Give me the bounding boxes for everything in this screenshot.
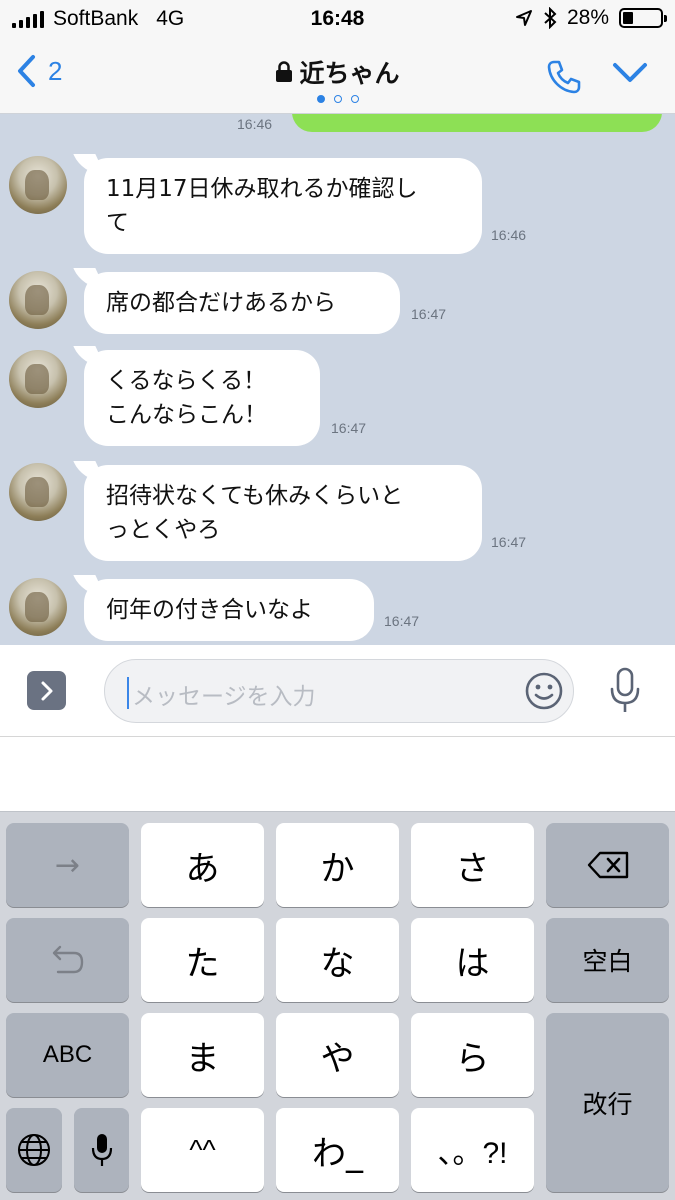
status-bar: SoftBank 4G 16:48 28% [0, 0, 675, 40]
globe-icon [18, 1134, 50, 1166]
message-time: 16:47 [384, 613, 420, 629]
key-ta[interactable]: た [141, 918, 264, 1002]
message-bubble[interactable]: 招待状なくても休みくらいと っとくやろ [84, 465, 482, 561]
key-arrow-right[interactable]: → [6, 823, 129, 907]
chat-header: 2 近ちゃん [0, 40, 675, 114]
key-kaomoji[interactable]: ^^ [141, 1108, 264, 1192]
key-globe[interactable] [6, 1108, 62, 1192]
emoji-icon[interactable] [524, 671, 564, 711]
sent-message-bubble-partial [292, 114, 662, 132]
key-ma[interactable]: ま [141, 1013, 264, 1097]
message-text-line: 何年の付き合いなよ [106, 597, 313, 623]
input-bar: メッセージを入力 [0, 645, 675, 737]
page-dot [333, 95, 342, 103]
message-text-line: 席の都合だけあるから [106, 290, 336, 316]
key-ya[interactable]: や [276, 1013, 399, 1097]
message-text-line: っとくやろ [106, 517, 221, 543]
message-text-line: 招待状なくても休みくらいと [106, 483, 404, 509]
page-indicator [0, 95, 675, 103]
message-time: 16:46 [237, 116, 273, 132]
expand-menu-button[interactable] [27, 671, 66, 710]
arrow-right-icon: → [54, 847, 81, 883]
key-abc[interactable]: ABC [6, 1013, 129, 1097]
keyboard-gap [0, 737, 675, 811]
key-dictation[interactable] [74, 1108, 129, 1192]
avatar[interactable] [9, 350, 67, 408]
key-ha[interactable]: は [411, 918, 534, 1002]
key-na[interactable]: な [276, 918, 399, 1002]
message-text-line: こんならこん！ [106, 402, 267, 428]
key-sa[interactable]: さ [411, 823, 534, 907]
message-bubble[interactable]: 席の都合だけあるから [84, 272, 400, 334]
battery-percent: 28% [566, 6, 609, 29]
keyboard: → あ か さ た な は 空白 ABC ま や ら 改行 ^^ わ_ 、。?! [0, 811, 675, 1200]
text-caret [127, 677, 129, 709]
chat-title-text: 近ちゃん [299, 59, 400, 88]
key-enter[interactable]: 改行 [546, 1013, 669, 1192]
key-undo[interactable] [6, 918, 129, 1002]
message-input[interactable]: メッセージを入力 [104, 659, 574, 723]
key-a[interactable]: あ [141, 823, 264, 907]
message-text-line: て [106, 210, 129, 236]
page-dot [316, 95, 325, 103]
message-time: 16:46 [491, 227, 527, 243]
message-time: 16:47 [411, 306, 447, 322]
message-text-line: 11月17日休み取れるか確認し [106, 176, 418, 202]
phone-icon[interactable] [546, 59, 582, 95]
bluetooth-icon [544, 7, 557, 29]
key-punctuation[interactable]: 、。?! [411, 1108, 534, 1192]
message-list[interactable]: 16:46 11月17日休み取れるか確認し て 16:46 席の都合だけあるから… [0, 114, 675, 645]
microphone-icon[interactable] [609, 667, 641, 715]
message-bubble[interactable]: くるならくる！ こんならこん！ [84, 350, 320, 446]
microphone-icon [91, 1134, 112, 1166]
key-backspace[interactable] [546, 823, 669, 907]
key-ka[interactable]: か [276, 823, 399, 907]
key-space[interactable]: 空白 [546, 918, 669, 1002]
message-time: 16:47 [331, 420, 367, 436]
message-bubble[interactable]: 11月17日休み取れるか確認し て [84, 158, 482, 254]
message-bubble[interactable]: 何年の付き合いなよ [84, 579, 374, 641]
key-ra[interactable]: ら [411, 1013, 534, 1097]
location-icon [515, 10, 532, 26]
avatar[interactable] [9, 578, 67, 636]
avatar[interactable] [9, 463, 67, 521]
avatar[interactable] [9, 271, 67, 329]
backspace-icon [587, 851, 628, 879]
undo-icon [52, 945, 83, 974]
battery-icon [619, 8, 667, 28]
message-text-line: くるならくる！ [106, 368, 267, 394]
message-input-placeholder: メッセージを入力 [132, 684, 316, 710]
lock-icon [276, 61, 293, 82]
key-wa[interactable]: わ_ [276, 1108, 399, 1192]
chevron-right-icon [41, 681, 52, 700]
page-dot [350, 95, 359, 103]
chevron-down-icon[interactable] [612, 62, 648, 84]
avatar[interactable] [9, 156, 67, 214]
message-time: 16:47 [491, 534, 527, 550]
